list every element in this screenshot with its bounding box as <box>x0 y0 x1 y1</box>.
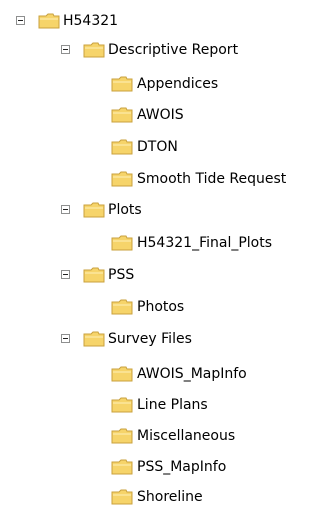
tree-node-smooth-tide-request[interactable]: Smooth Tide Request <box>0 166 327 192</box>
collapse-toggle-icon[interactable] <box>61 205 70 214</box>
tree-node-dton[interactable]: DTON <box>0 134 320 160</box>
tree-node-label[interactable]: H54321_Final_Plots <box>137 234 272 252</box>
tree-node-appendices[interactable]: Appendices <box>0 71 320 97</box>
collapse-toggle-icon[interactable] <box>16 16 25 25</box>
tree-node-label[interactable]: Smooth Tide Request <box>137 170 286 188</box>
tree-node-awois-mapinfo[interactable]: AWOIS_MapInfo <box>0 361 320 387</box>
tree-node-label[interactable]: Miscellaneous <box>137 427 235 445</box>
tree-node-descriptive-report[interactable]: Descriptive Report <box>0 37 300 63</box>
folder-icon <box>111 489 133 505</box>
tree-node-h54321[interactable]: H54321 <box>0 8 200 34</box>
folder-icon <box>111 76 133 92</box>
tree-node-awois[interactable]: AWOIS <box>0 102 320 128</box>
tree-node-label[interactable]: AWOIS_MapInfo <box>137 365 247 383</box>
folder-icon <box>83 267 105 283</box>
tree-node-label[interactable]: Line Plans <box>137 396 208 414</box>
tree-node-line-plans[interactable]: Line Plans <box>0 392 320 418</box>
folder-tree: H54321 Descriptive Report Appendices AWO… <box>0 0 327 512</box>
tree-node-pss-mapinfo[interactable]: PSS_MapInfo <box>0 454 320 480</box>
collapse-toggle-icon[interactable] <box>61 45 70 54</box>
folder-icon <box>111 235 133 251</box>
tree-node-miscellaneous[interactable]: Miscellaneous <box>0 423 320 449</box>
folder-icon <box>83 202 105 218</box>
tree-node-label[interactable]: Survey Files <box>108 330 192 348</box>
tree-node-label[interactable]: Shoreline <box>137 488 203 506</box>
folder-icon <box>83 331 105 347</box>
tree-node-label[interactable]: DTON <box>137 138 178 156</box>
collapse-toggle-icon[interactable] <box>61 334 70 343</box>
tree-node-plots[interactable]: Plots <box>0 197 200 223</box>
tree-node-label[interactable]: PSS_MapInfo <box>137 458 226 476</box>
folder-icon <box>111 171 133 187</box>
folder-icon <box>111 299 133 315</box>
tree-node-label[interactable]: Photos <box>137 298 184 316</box>
tree-node-survey-files[interactable]: Survey Files <box>0 326 250 352</box>
folder-icon <box>111 139 133 155</box>
tree-node-shoreline[interactable]: Shoreline <box>0 484 320 510</box>
tree-node-label[interactable]: AWOIS <box>137 106 184 124</box>
tree-node-label[interactable]: Plots <box>108 201 142 219</box>
folder-icon <box>111 366 133 382</box>
tree-node-h54321-final-plots[interactable]: H54321_Final_Plots <box>0 230 327 256</box>
folder-icon <box>38 13 60 29</box>
tree-node-photos[interactable]: Photos <box>0 294 320 320</box>
tree-node-label[interactable]: Appendices <box>137 75 218 93</box>
tree-node-label[interactable]: PSS <box>108 266 134 284</box>
collapse-toggle-icon[interactable] <box>61 270 70 279</box>
folder-icon <box>83 42 105 58</box>
folder-icon <box>111 397 133 413</box>
folder-icon <box>111 107 133 123</box>
folder-icon <box>111 459 133 475</box>
tree-node-label[interactable]: H54321 <box>63 12 118 30</box>
folder-icon <box>111 428 133 444</box>
tree-node-label[interactable]: Descriptive Report <box>108 41 238 59</box>
tree-node-pss[interactable]: PSS <box>0 262 200 288</box>
